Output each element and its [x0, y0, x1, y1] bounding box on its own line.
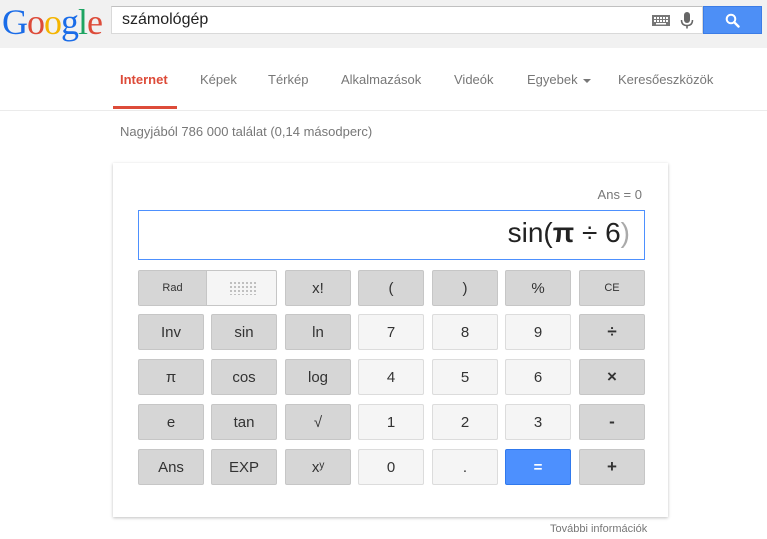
search-button[interactable]	[703, 6, 762, 34]
multiply-key[interactable]: ×	[579, 359, 645, 395]
caret-down-icon	[582, 78, 591, 83]
more-info-link[interactable]: További információk	[550, 523, 647, 535]
rad-deg-toggle[interactable]: Rad	[138, 270, 277, 306]
divide-key[interactable]: ÷	[579, 314, 645, 350]
microphone-icon[interactable]	[680, 12, 694, 30]
search-icon	[725, 13, 740, 28]
digit-8-key[interactable]: 8	[432, 314, 498, 350]
calculator-card: Ans = 0 sin(π ÷ 6) Rad x! ( ) % CE Inv s…	[113, 163, 668, 517]
logo-letter: g	[61, 2, 79, 42]
tan-key[interactable]: tan	[211, 404, 277, 440]
decimal-key[interactable]: .	[432, 449, 498, 485]
digit-3-key[interactable]: 3	[505, 404, 571, 440]
rad-button[interactable]: Rad	[139, 271, 207, 305]
inv-key[interactable]: Inv	[138, 314, 204, 350]
digit-5-key[interactable]: 5	[432, 359, 498, 395]
expr-pi: π	[552, 217, 575, 248]
keyboard-icon[interactable]	[652, 15, 670, 26]
logo-letter: e	[87, 2, 103, 42]
e-key[interactable]: e	[138, 404, 204, 440]
digit-0-key[interactable]: 0	[358, 449, 424, 485]
close-paren-key[interactable]: )	[432, 270, 498, 306]
tab-egyebek-label: Egyebek	[527, 72, 578, 87]
digit-6-key[interactable]: 6	[505, 359, 571, 395]
result-stats: Nagyjából 786 000 találat (0,14 másodper…	[120, 124, 373, 139]
search-query-text[interactable]: számológép	[122, 10, 208, 30]
exp-key[interactable]: EXP	[211, 449, 277, 485]
digit-9-key[interactable]: 9	[505, 314, 571, 350]
expr-func: sin(	[507, 217, 553, 248]
tab-kepek[interactable]: Képek	[200, 72, 237, 87]
search-input[interactable]: számológép	[111, 6, 703, 34]
sqrt-key[interactable]: √	[285, 404, 351, 440]
plus-key[interactable]: +	[579, 449, 645, 485]
log-key[interactable]: log	[285, 359, 351, 395]
tab-alkalmazasok[interactable]: Alkalmazások	[341, 72, 421, 87]
logo-letter: o	[27, 2, 45, 42]
percent-key[interactable]: %	[505, 270, 571, 306]
clear-entry-key[interactable]: CE	[579, 270, 645, 306]
top-bar: Google számológép	[0, 0, 767, 48]
logo-letter: l	[78, 2, 88, 42]
logo-letter: o	[44, 2, 62, 42]
logo-letter: G	[2, 2, 28, 42]
tab-internet[interactable]: Internet	[120, 72, 168, 87]
expr-closing-paren: )	[620, 217, 630, 248]
calculator-display[interactable]: sin(π ÷ 6)	[138, 210, 645, 260]
ln-key[interactable]: ln	[285, 314, 351, 350]
sin-key[interactable]: sin	[211, 314, 277, 350]
expression: sin(π ÷ 6)	[508, 217, 630, 249]
minus-key[interactable]: -	[579, 404, 645, 440]
active-tab-indicator	[113, 106, 177, 109]
digit-7-key[interactable]: 7	[358, 314, 424, 350]
search-tabs: Internet Képek Térkép Alkalmazások Videó…	[0, 48, 767, 111]
tab-videok[interactable]: Videók	[454, 72, 494, 87]
ans-value: Ans = 0	[597, 187, 642, 202]
tab-terkep[interactable]: Térkép	[268, 72, 308, 87]
ans-key[interactable]: Ans	[138, 449, 204, 485]
pi-key[interactable]: π	[138, 359, 204, 395]
google-logo[interactable]: Google	[2, 2, 103, 42]
expr-rest: ÷ 6	[574, 217, 621, 248]
deg-button[interactable]	[229, 281, 257, 295]
power-key[interactable]: xʸ	[285, 449, 351, 485]
equals-key[interactable]: =	[505, 449, 571, 485]
factorial-key[interactable]: x!	[285, 270, 351, 306]
digit-1-key[interactable]: 1	[358, 404, 424, 440]
open-paren-key[interactable]: (	[358, 270, 424, 306]
digit-2-key[interactable]: 2	[432, 404, 498, 440]
cos-key[interactable]: cos	[211, 359, 277, 395]
tab-egyebek[interactable]: Egyebek	[527, 72, 591, 87]
tab-keresoeszkozok[interactable]: Keresőeszközök	[618, 72, 713, 87]
digit-4-key[interactable]: 4	[358, 359, 424, 395]
